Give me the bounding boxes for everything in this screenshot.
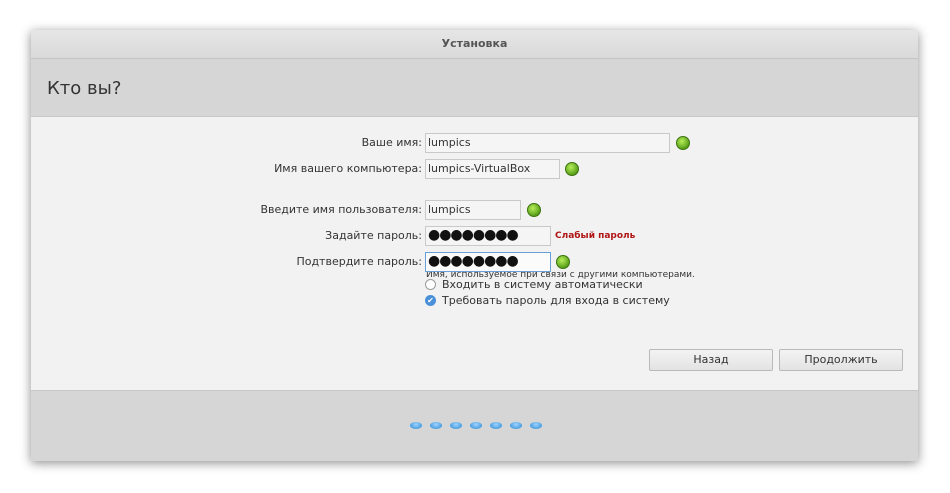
progress-step-dot xyxy=(530,422,542,429)
confirm-password-input[interactable]: ●●●●●●●● xyxy=(425,252,551,272)
page-header: Кто вы? xyxy=(31,59,918,116)
progress-step-dot xyxy=(450,422,462,429)
auto-login-label: Входить в систему автоматически xyxy=(442,278,643,291)
confirm-label: Подтвердите пароль: xyxy=(296,255,422,268)
page-title: Кто вы? xyxy=(47,78,122,99)
name-label: Ваше имя: xyxy=(361,136,422,149)
computer-row: Имя вашего компьютера: lumpics-VirtualBo… xyxy=(31,159,918,181)
name-input[interactable]: lumpics xyxy=(425,133,670,153)
installer-window: Установка Кто вы? Ваше имя: lumpics Имя … xyxy=(31,30,918,461)
computer-name-input[interactable]: lumpics-VirtualBox xyxy=(425,159,560,179)
checkmark-icon[interactable]: ✔ xyxy=(425,295,436,306)
password-strength: Слабый пароль xyxy=(555,231,636,241)
confirm-row: Подтвердите пароль: ●●●●●●●● xyxy=(31,252,918,274)
confirm-ok-icon xyxy=(556,255,570,269)
progress-step-dot xyxy=(410,422,422,429)
password-input[interactable]: ●●●●●●●● xyxy=(425,226,551,246)
username-input[interactable]: lumpics xyxy=(425,200,521,220)
computer-ok-icon xyxy=(565,162,579,176)
require-password-label: Требовать пароль для входа в систему xyxy=(442,294,670,307)
computer-label: Имя вашего компьютера: xyxy=(274,162,422,175)
back-button[interactable]: Назад xyxy=(649,349,773,371)
window-title: Установка xyxy=(31,30,918,59)
continue-button[interactable]: Продолжить xyxy=(779,349,903,371)
username-row: Введите имя пользователя: lumpics xyxy=(31,200,918,222)
username-ok-icon xyxy=(527,203,541,217)
radio-unchecked-icon[interactable] xyxy=(425,279,436,290)
progress-step-dot xyxy=(470,422,482,429)
username-label: Введите имя пользователя: xyxy=(260,203,422,216)
progress-step-dot xyxy=(490,422,502,429)
form-area: Ваше имя: lumpics Имя вашего компьютера:… xyxy=(31,116,918,391)
progress-step-dot xyxy=(510,422,522,429)
password-row: Задайте пароль: ●●●●●●●● xyxy=(31,226,918,248)
name-ok-icon xyxy=(676,136,690,150)
name-row: Ваше имя: lumpics xyxy=(31,133,918,155)
progress-step-dot xyxy=(430,422,442,429)
password-label: Задайте пароль: xyxy=(325,229,422,242)
progress-indicator xyxy=(31,389,918,461)
